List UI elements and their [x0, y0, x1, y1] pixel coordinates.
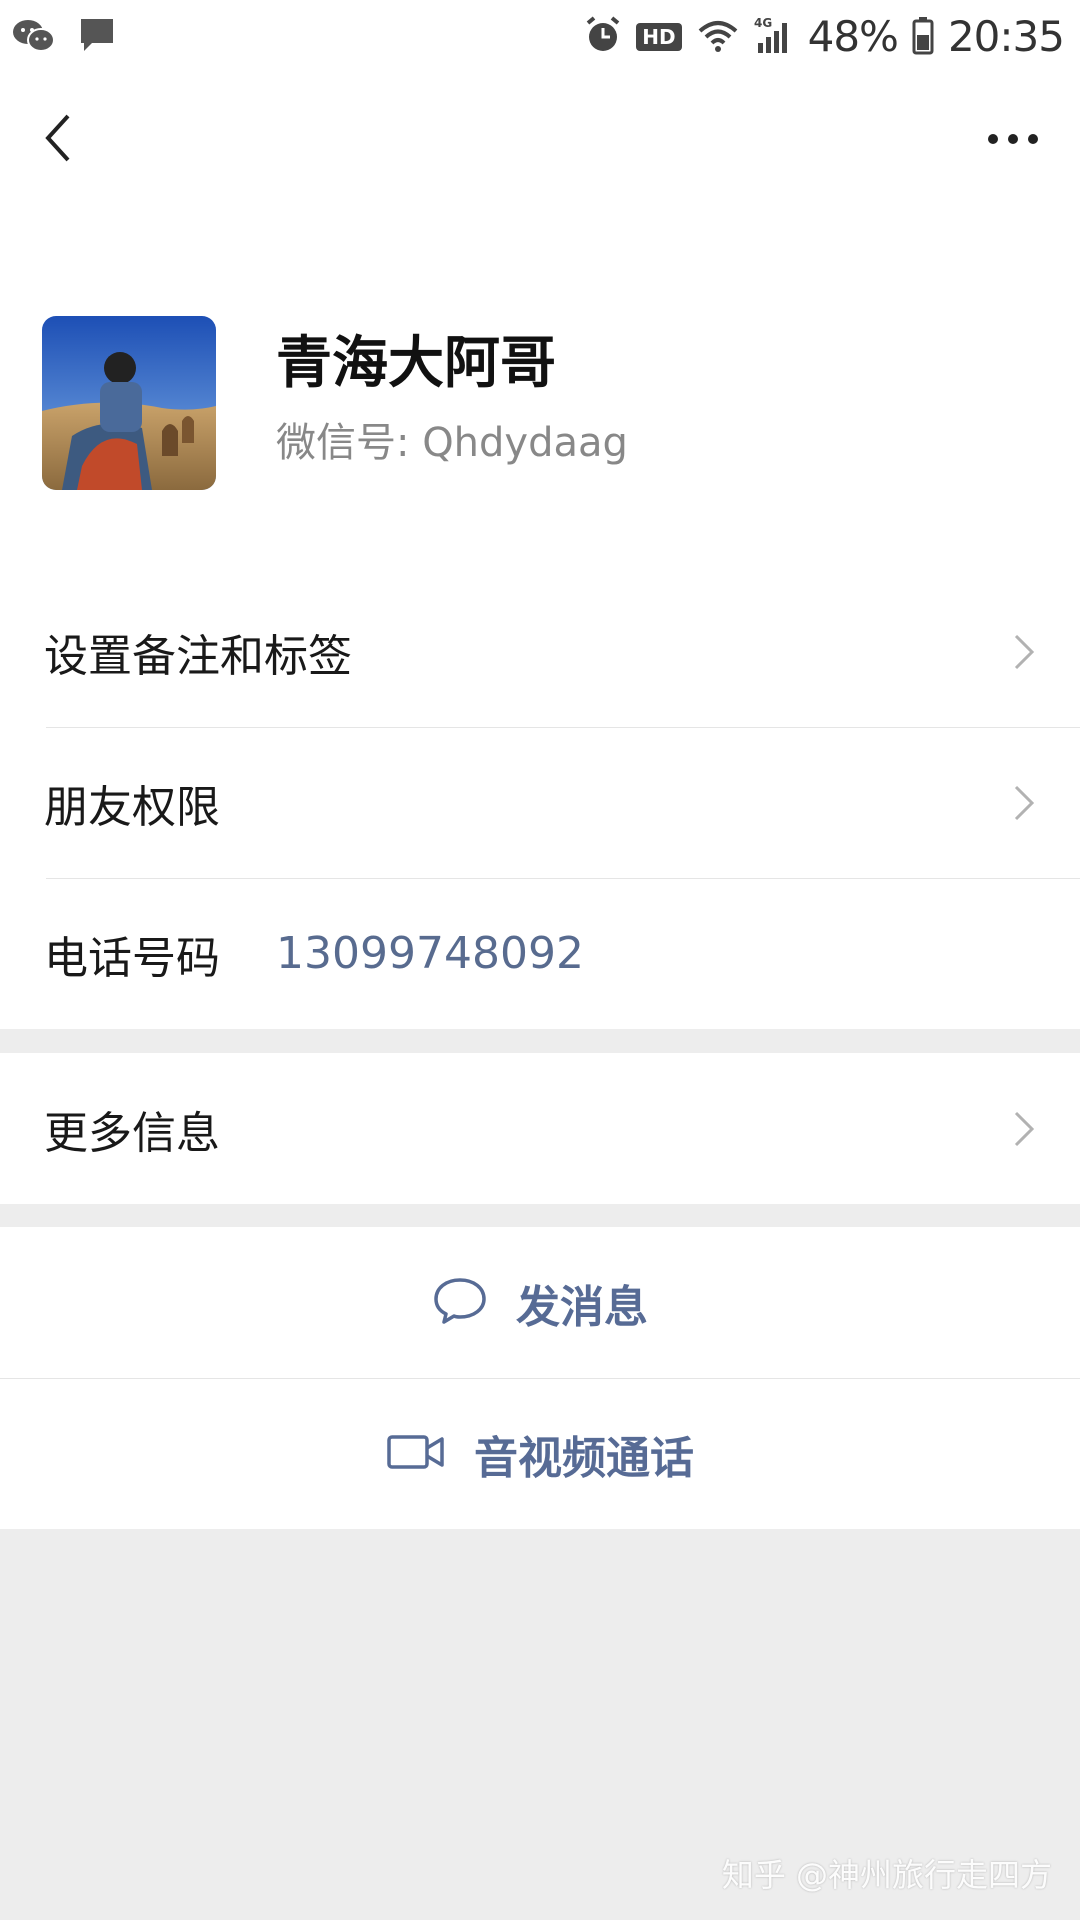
avatar-image: [42, 316, 216, 490]
more-info-group: 更多信息: [0, 1053, 1080, 1204]
remark-tags-row[interactable]: 设置备注和标签: [0, 576, 1080, 727]
hd-badge: HD: [636, 22, 682, 51]
avatar[interactable]: [42, 316, 216, 490]
phone-number-link[interactable]: 13099748092: [276, 928, 584, 979]
video-call-label: 音视频通话: [474, 1432, 694, 1484]
contact-info-group: 设置备注和标签 朋友权限 电话号码 13099748092: [0, 576, 1080, 1029]
more-info-label: 更多信息: [44, 1107, 220, 1159]
chevron-right-icon: [1012, 783, 1036, 823]
send-message-button[interactable]: 发消息: [0, 1227, 1080, 1378]
wifi-icon: [696, 15, 740, 59]
battery-icon: [912, 15, 934, 59]
battery-percent: 48%: [807, 12, 899, 61]
chevron-right-icon: [1012, 632, 1036, 672]
chat-bubble-icon: [432, 1276, 488, 1330]
profile-header: 青海大阿哥 微信号: Qhdydaag: [0, 80, 1080, 580]
status-bar: HD 4G 48% 20:35: [0, 0, 1080, 80]
video-call-button[interactable]: 音视频通话: [0, 1378, 1080, 1529]
svg-text:4G: 4G: [754, 16, 772, 30]
contact-name: 青海大阿哥: [276, 331, 556, 396]
clock: 20:35: [947, 12, 1065, 61]
status-right-icons: HD 4G 48% 20:35: [584, 12, 1065, 61]
actions-group: 发消息 音视频通话: [0, 1227, 1080, 1529]
friend-permissions-row[interactable]: 朋友权限: [0, 727, 1080, 878]
send-message-label: 发消息: [516, 1281, 648, 1333]
wechat-icon: [12, 16, 56, 60]
status-left-icons: [12, 16, 116, 60]
more-dots-icon: [985, 131, 1041, 150]
more-info-row[interactable]: 更多信息: [0, 1053, 1080, 1204]
friend-permissions-label: 朋友权限: [44, 781, 220, 833]
remark-tags-label: 设置备注和标签: [44, 630, 352, 682]
watermark: 知乎 @神州旅行走四方: [721, 1856, 1052, 1894]
phone-row: 电话号码 13099748092: [0, 878, 1080, 1029]
chevron-right-icon: [1012, 1109, 1036, 1149]
back-button[interactable]: [32, 110, 82, 170]
more-options-button[interactable]: [978, 110, 1048, 170]
video-camera-icon: [386, 1432, 446, 1476]
alarm-icon: [584, 15, 622, 59]
phone-label: 电话号码: [44, 932, 220, 984]
message-icon: [78, 16, 116, 60]
signal-icon: 4G: [754, 15, 794, 59]
chevron-left-icon: [42, 113, 72, 167]
wechat-id: 微信号: Qhdydaag: [276, 420, 628, 466]
contact-profile-page: HD 4G 48% 20:35 青海大阿哥 微信号: Qhdydaag 设置备注…: [0, 0, 1080, 1920]
